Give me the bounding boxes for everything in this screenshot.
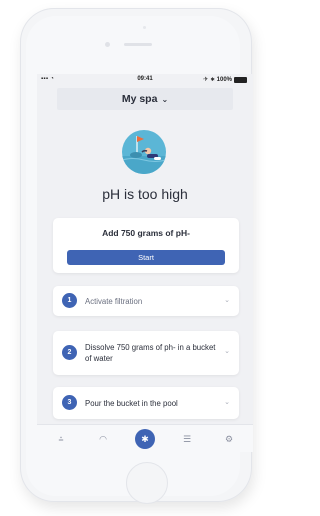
start-button[interactable]: Start	[67, 250, 225, 265]
chevron-down-icon: ⌄	[224, 348, 230, 355]
earpiece-speaker	[124, 43, 152, 46]
battery-icon	[234, 76, 247, 83]
step-text: Pour the bucket in the pool	[85, 399, 178, 408]
pool-ladder-icon[interactable]: ⩮	[51, 429, 71, 449]
step-item-2[interactable]: 2 Dissolve 750 grams of ph- in a bucket …	[53, 331, 239, 375]
spa-selector-label: My spa	[121, 93, 158, 105]
status-right: ✈ ∗ 100%	[203, 76, 247, 83]
person-in-pool-illustration	[122, 130, 166, 174]
action-card: Add 750 grams of pH- Start	[53, 218, 239, 273]
list-icon[interactable]: ☰	[177, 429, 197, 449]
action-card-title: Add 750 grams of pH-	[102, 228, 190, 238]
chevron-down-icon: ⌄	[161, 94, 169, 104]
proximity-sensor	[143, 26, 146, 29]
alert-title: pH is too high	[102, 186, 188, 202]
front-camera	[105, 42, 110, 47]
step-item-1[interactable]: 1 Activate filtration ⌄	[53, 286, 239, 316]
home-button[interactable]	[126, 462, 168, 504]
chevron-down-icon: ⌄	[224, 297, 230, 304]
app-screen: ▪▪▪ ◔ 09:41 ✈ ∗ 100% My spa ⌄ pH is too …	[37, 74, 253, 452]
settings-icon[interactable]: ⚙	[219, 429, 239, 449]
step-number-badge: 1	[62, 293, 77, 308]
tab-bar: ⩮ ◠ ✱ ☰ ⚙	[37, 424, 253, 452]
bluetooth-icon[interactable]: ✱	[135, 429, 155, 449]
step-text: Activate filtration	[85, 297, 143, 306]
step-number-badge: 2	[62, 345, 77, 360]
status-bar: ▪▪▪ ◔ 09:41 ✈ ∗ 100%	[37, 74, 253, 86]
step-text: Dissolve 750 grams of ph- in a bucket of…	[85, 343, 216, 363]
chevron-down-icon: ⌄	[224, 399, 230, 406]
step-item-3[interactable]: 3 Pour the bucket in the pool ⌄	[53, 387, 239, 419]
step-number-badge: 3	[62, 395, 77, 410]
gauge-icon[interactable]: ◠	[93, 429, 113, 449]
spa-selector[interactable]: My spa ⌄	[57, 88, 233, 110]
status-right-text: ✈ ∗ 100%	[203, 77, 232, 83]
